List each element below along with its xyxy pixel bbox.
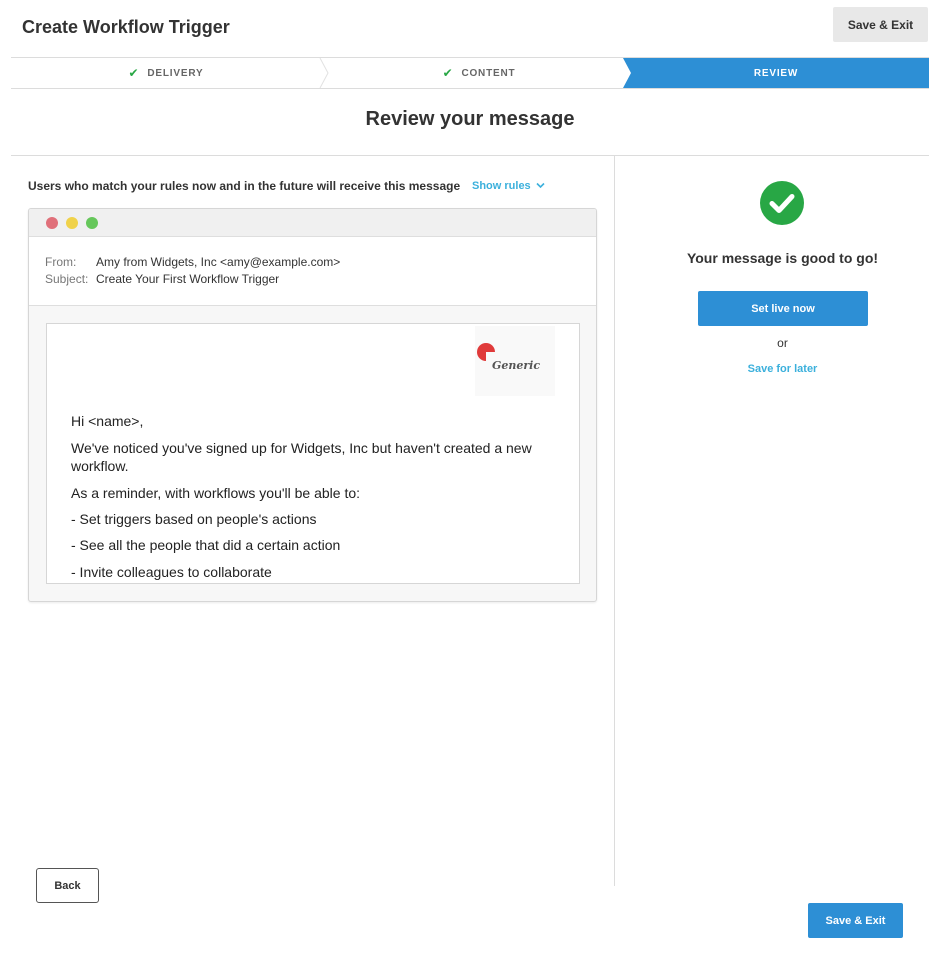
divider-horizontal (11, 155, 929, 156)
from-label: From: (45, 255, 77, 269)
window-minimize-dot-icon (66, 217, 78, 229)
email-body: Generic Hi <name>, We've noticed you've … (46, 323, 580, 584)
logo-text: Generic (492, 359, 541, 372)
chevron-down-icon (536, 182, 545, 189)
email-list-item: - Invite colleagues to collaborate (71, 564, 272, 580)
status-message: Your message is good to go! (686, 250, 879, 266)
email-list-item: - Set triggers based on people's actions (71, 511, 317, 527)
chevron-divider (319, 58, 329, 88)
email-paragraph: We've noticed you've signed up for Widge… (71, 440, 532, 474)
check-icon: ✔ (442, 66, 454, 80)
step-review[interactable]: REVIEW (623, 58, 929, 88)
set-live-now-button[interactable]: Set live now (698, 291, 868, 326)
show-rules-label: Show rules (472, 180, 531, 192)
window-titlebar (29, 209, 596, 237)
email-list-item: - See all the people that did a certain … (71, 537, 341, 553)
page-title: Create Workflow Trigger (22, 17, 230, 37)
audience-description: Users who match your rules now and in th… (28, 179, 461, 193)
company-logo: Generic (475, 326, 555, 396)
stepper: ✔ DELIVERY ✔ CONTENT REVIEW (11, 57, 929, 89)
header: Create Workflow Trigger Save & Exit (0, 0, 933, 57)
save-for-later-link[interactable]: Save for later (615, 363, 933, 375)
review-title: Review your message (365, 108, 575, 130)
success-check-icon (760, 181, 804, 225)
subject-value: Create Your First Workflow Trigger (96, 272, 280, 286)
step-delivery[interactable]: ✔ DELIVERY (11, 58, 321, 88)
subject-label: Subject: (45, 272, 89, 286)
step-content[interactable]: ✔ CONTENT (329, 58, 629, 88)
show-rules-link[interactable]: Show rules (472, 180, 545, 192)
save-exit-button-top[interactable]: Save & Exit (833, 7, 928, 42)
window-close-dot-icon (46, 217, 58, 229)
window-maximize-dot-icon (86, 217, 98, 229)
email-paragraph: As a reminder, with workflows you'll be … (71, 485, 361, 501)
step-label: REVIEW (753, 67, 799, 79)
step-label: DELIVERY (147, 67, 204, 79)
from-value: Amy from Widgets, Inc <amy@example.com> (96, 255, 341, 269)
email-headers: From: Amy from Widgets, Inc <amy@example… (29, 237, 596, 306)
back-button[interactable]: Back (36, 868, 99, 903)
save-exit-button-bottom[interactable]: Save & Exit (808, 903, 903, 938)
or-separator: or (777, 336, 788, 350)
step-label: CONTENT (461, 67, 516, 79)
check-icon: ✔ (128, 66, 140, 80)
email-preview-window: From: Amy from Widgets, Inc <amy@example… (28, 208, 597, 602)
email-greeting: Hi <name>, (71, 413, 144, 429)
